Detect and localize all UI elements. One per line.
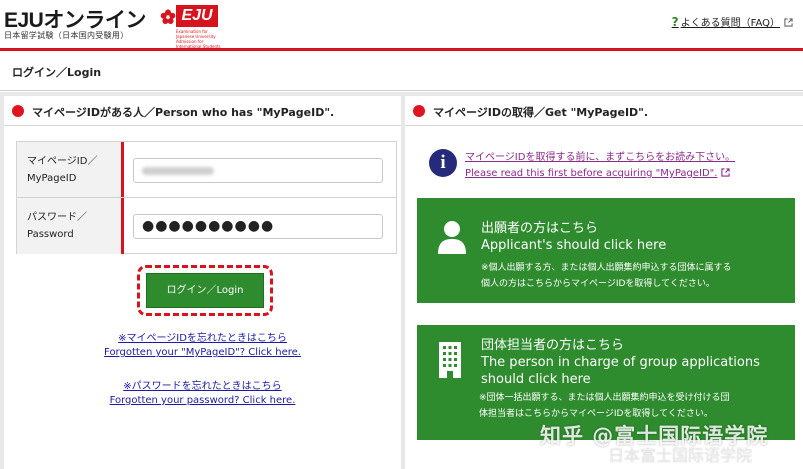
get-mypageid-panel: マイページIDの取得／Get "MyPageID". i マイページIDを取得す… (405, 96, 803, 469)
logo-org-name: Examination for Japanese University Admi… (176, 29, 221, 49)
faq-label: よくある質問（FAQ） (680, 18, 780, 29)
mypageid-row: マイページID／ MyPageID (17, 142, 396, 198)
forgot-mypageid-link[interactable]: ※マイページIDを忘れたときはこちら Forgotten your "MyPag… (4, 332, 401, 360)
building-icon (439, 342, 461, 378)
red-dot-icon (12, 105, 24, 117)
site-header: EJUオンライン EJU 日本留学試験（日本国内受験用） Examination… (0, 0, 803, 49)
person-icon (438, 221, 466, 254)
external-link-icon (784, 18, 793, 27)
get-mypageid-heading: マイページIDの取得／Get "MyPageID". (433, 106, 649, 119)
password-input[interactable]: ●●●●●●●●●● (133, 214, 383, 239)
get-mypageid-panel-header: マイページIDの取得／Get "MyPageID". (405, 96, 803, 126)
watermark-school: 日本富士国际语学院 (608, 446, 753, 465)
read-first-link[interactable]: マイページIDを取得する前に、まずこちらをお読み下さい。 Please read… (465, 150, 735, 182)
password-value: ●●●●●●●●●● (142, 218, 275, 234)
password-label: パスワード／ Password (27, 212, 87, 240)
faq-link[interactable]: ? よくある質問（FAQ） (672, 14, 793, 29)
red-dot-icon (413, 105, 425, 117)
applicant-button[interactable]: 出願者の方はこちら Applicant's should click here … (417, 198, 795, 303)
forgot-password-link[interactable]: ※パスワードを忘れたときはこちら Forgotten your password… (4, 380, 401, 408)
group-title: 団体担当者の方はこちら The person in charge of grou… (481, 338, 760, 387)
mypageid-label-cell: マイページID／ MyPageID (17, 142, 124, 197)
mypageid-label: マイページID／ MyPageID (27, 156, 98, 184)
applicant-note: ※個人出願する方、または個人出願集約申込する団体に属する 個人の方はこちらからマ… (481, 263, 732, 289)
logo-subtitle: 日本留学試験（日本国内受験用） (4, 31, 129, 40)
eju-logo[interactable]: EJUオンライン EJU 日本留学試験（日本国内受験用） Examination… (4, 4, 221, 49)
page-title: ログイン／Login (12, 66, 102, 79)
login-panel-header: マイページIDがある人／Person who has "MyPageID". (4, 96, 401, 126)
login-panel: マイページIDがある人／Person who has "MyPageID". マ… (4, 96, 401, 469)
login-form: マイページID／ MyPageID パスワード／ Password ●●●●●●… (16, 141, 397, 254)
logo-badge: EJU (176, 5, 218, 27)
sakura-icon (160, 9, 176, 24)
mypageid-input[interactable] (133, 158, 383, 183)
group-note: ※団体一括出願する、または個人出願集約申込を受け付ける団 体担当者はこちらからマ… (479, 393, 730, 419)
external-link-icon (721, 168, 731, 177)
blurred-id-value (142, 167, 214, 175)
info-icon: i (429, 149, 457, 177)
question-icon: ? (671, 15, 679, 29)
password-row: パスワード／ Password ●●●●●●●●●● (17, 198, 396, 254)
password-label-cell: パスワード／ Password (17, 198, 124, 254)
applicant-title: 出願者の方はこちら Applicant's should click here (481, 221, 667, 253)
login-button[interactable]: ログイン／Login (146, 273, 264, 308)
page-title-bar: ログイン／Login (0, 51, 803, 91)
login-panel-heading: マイページIDがある人／Person who has "MyPageID". (32, 106, 335, 119)
